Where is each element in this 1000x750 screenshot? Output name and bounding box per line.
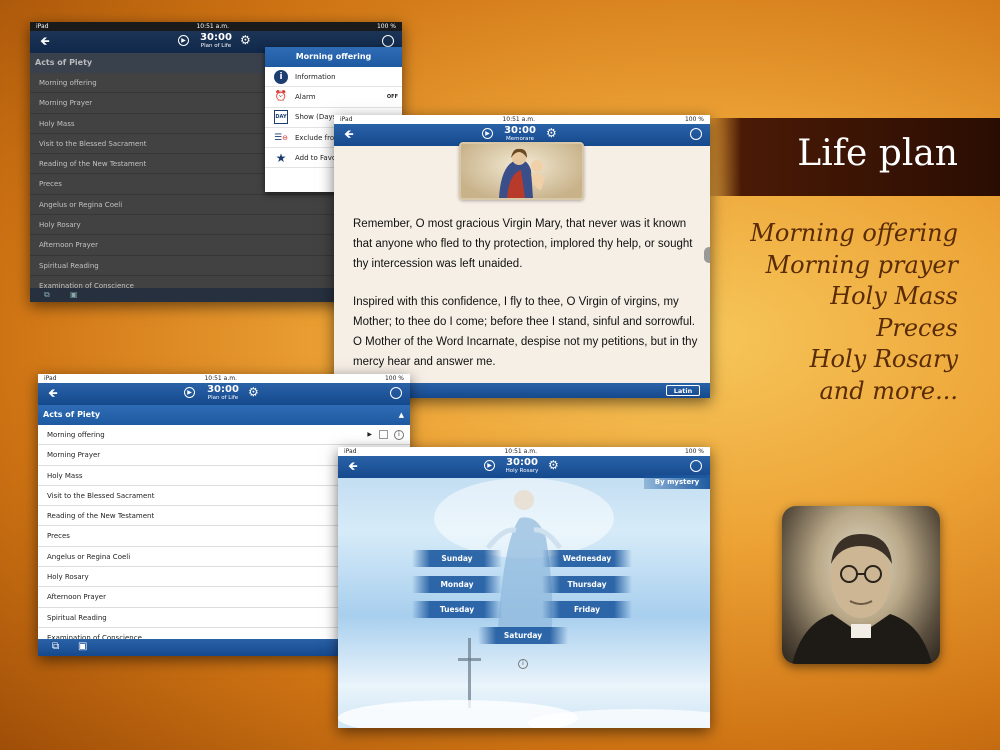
gear-icon[interactable]: ⚙ <box>548 458 559 472</box>
day-button-tuesday[interactable]: Tuesday <box>412 601 502 618</box>
screenshot-memorare: iPad 10:51 a.m. 100 % 🡸 ▶ 30:00 Memorare… <box>334 115 710 398</box>
day-button-monday[interactable]: Monday <box>412 576 502 593</box>
status-bar: iPad 10:51 a.m. 100 % <box>334 115 710 124</box>
title-text: Life plan <box>797 133 958 174</box>
day-button-wednesday[interactable]: Wednesday <box>542 550 632 567</box>
star-icon: ★ <box>275 150 287 165</box>
alarm-state: OFF <box>386 93 398 100</box>
list-item[interactable]: Morning offering ▶ i <box>38 425 410 446</box>
calendar-icon: DAY <box>274 110 288 125</box>
by-mystery-button[interactable]: By mystery <box>644 475 710 489</box>
promo-list: Morning offering Morning prayer Holy Mas… <box>700 218 1000 418</box>
menu-title: Morning offering <box>265 47 402 67</box>
day-button-sunday[interactable]: Sunday <box>412 550 502 567</box>
madonna-icon <box>499 148 545 198</box>
section-title: Acts of Piety <box>43 410 101 419</box>
copy-icon[interactable]: ⧉ <box>52 641 59 652</box>
info-icon: i <box>274 69 288 84</box>
timer-icon[interactable] <box>390 387 402 399</box>
virgin-sky-icon <box>338 478 710 728</box>
back-icon[interactable]: 🡸 <box>40 34 50 48</box>
status-time: 10:51 a.m. <box>196 23 229 30</box>
menu-item-label: Add to Favo <box>295 153 337 162</box>
gear-icon[interactable]: ⚙ <box>248 385 259 399</box>
gear-icon[interactable]: ⚙ <box>240 33 251 47</box>
nav-bar: 🡸 ▶ 30:00 Plan of Life ⚙ <box>38 383 410 405</box>
copy-icon[interactable]: ⧉ <box>44 290 50 300</box>
portrait-icon <box>792 534 932 664</box>
prayer-paragraph: Inspired with this confidence, I fly to … <box>353 296 698 368</box>
title-banner: Life plan <box>706 118 1000 196</box>
info-icon[interactable]: i <box>518 659 528 669</box>
info-icon[interactable]: i <box>394 430 404 440</box>
battery-label: 100 % <box>384 375 404 382</box>
day-button-friday[interactable]: Friday <box>542 601 632 618</box>
battery-label: 100 % <box>376 23 396 30</box>
device-label: iPad <box>344 448 357 455</box>
prayer-paragraph: Remember, O most gracious Virgin Mary, t… <box>353 218 693 270</box>
back-icon[interactable]: 🡸 <box>348 459 358 473</box>
section-header: Acts of Piety ▲ <box>38 405 410 425</box>
timer-icon[interactable] <box>690 128 702 140</box>
collapse-icon[interactable]: ▲ <box>399 405 404 425</box>
status-bar: iPad 10:51 a.m. 100 % <box>30 22 402 31</box>
status-bar: iPad 10:51 a.m. 100 % <box>338 447 710 456</box>
item-label: Morning offering <box>47 431 105 439</box>
promo-line: Holy Mass <box>830 282 958 311</box>
scroll-handle[interactable] <box>704 247 710 263</box>
alarm-clock-icon: ⏰ <box>274 91 288 103</box>
checkbox[interactable] <box>379 430 388 439</box>
status-time: 10:51 a.m. <box>204 375 237 382</box>
day-button-saturday[interactable]: Saturday <box>478 627 568 644</box>
day-button-thursday[interactable]: Thursday <box>542 576 632 593</box>
latin-button[interactable]: Latin <box>666 385 700 396</box>
promo-line: and more... <box>819 377 958 405</box>
device-label: iPad <box>44 375 57 382</box>
timer-icon[interactable] <box>690 460 702 472</box>
menu-item-information[interactable]: i Information <box>265 67 402 88</box>
gear-icon[interactable]: ⚙ <box>546 126 557 140</box>
save-icon[interactable]: ▣ <box>78 641 87 652</box>
item-label: Morning Prayer <box>47 451 101 460</box>
status-bar: iPad 10:51 a.m. 100 % <box>38 374 410 383</box>
back-icon[interactable]: 🡸 <box>48 386 58 400</box>
promo-line: Holy Rosary <box>809 345 958 374</box>
portrait-photo <box>782 506 940 664</box>
promo-line: Morning offering <box>750 219 958 247</box>
exclude-icon: ☰ ⊖ <box>274 132 288 143</box>
timer-icon[interactable] <box>382 35 394 47</box>
play-small-icon[interactable]: ▶ <box>367 425 372 445</box>
battery-label: 100 % <box>684 116 704 123</box>
virgin-image <box>459 142 584 200</box>
menu-item-label: Alarm <box>295 92 316 101</box>
back-icon[interactable]: 🡸 <box>344 127 354 141</box>
battery-label: 100 % <box>684 448 704 455</box>
promo-line: Morning prayer <box>765 250 958 279</box>
save-icon[interactable]: ▣ <box>70 290 78 299</box>
menu-item-alarm[interactable]: ⏰ Alarm OFF <box>265 87 402 108</box>
promo-line: Preces <box>876 313 958 342</box>
screenshot-holy-rosary: iPad 10:51 a.m. 100 % 🡸 ▶ 30:00 Holy Ros… <box>338 447 710 728</box>
device-label: iPad <box>340 116 353 123</box>
device-label: iPad <box>36 23 49 30</box>
status-time: 10:51 a.m. <box>504 448 537 455</box>
menu-item-label: Show (Days <box>295 113 337 122</box>
menu-item-label: Information <box>295 72 336 81</box>
status-time: 10:51 a.m. <box>502 116 535 123</box>
